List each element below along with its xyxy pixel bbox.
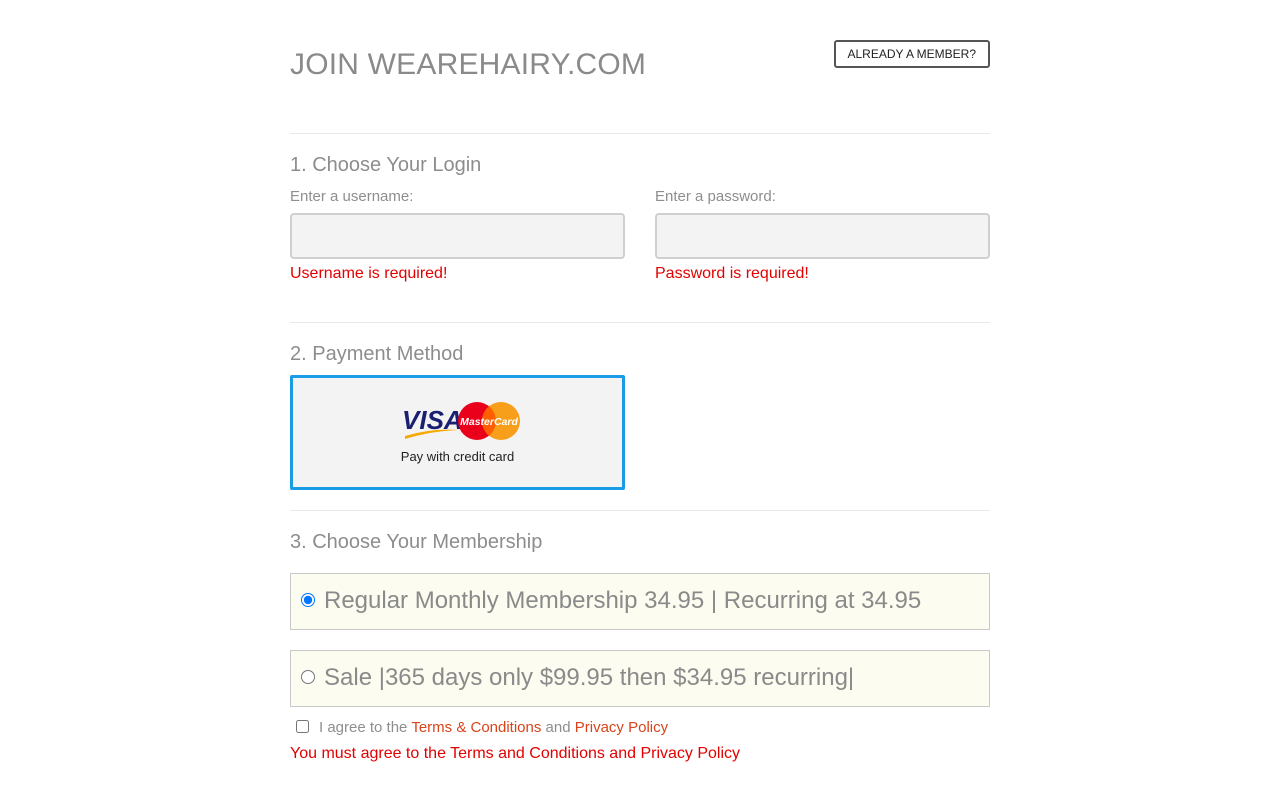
page-title: JOIN WEAREHAIRY.COM xyxy=(290,48,647,81)
terms-agree-checkbox[interactable] xyxy=(296,720,309,733)
agree-conjunction: and xyxy=(545,719,571,736)
divider xyxy=(290,510,990,511)
login-section-title: 1. Choose Your Login xyxy=(290,154,482,176)
already-member-button[interactable]: ALREADY A MEMBER? xyxy=(833,40,990,68)
plan-label: Regular Monthly Membership 34.95 | Recur… xyxy=(324,587,922,614)
plan-option-sale-365[interactable]: Sale |365 days only $99.95 then $34.95 r… xyxy=(290,650,990,707)
membership-section-title: 3. Choose Your Membership xyxy=(290,531,543,553)
divider xyxy=(290,133,990,134)
divider xyxy=(290,322,990,323)
terms-conditions-link[interactable]: Terms & Conditions xyxy=(411,719,541,736)
username-error: Username is required! xyxy=(290,265,448,282)
payment-section-title: 2. Payment Method xyxy=(290,343,464,365)
username-input[interactable] xyxy=(290,213,625,259)
plan-label: Sale |365 days only $99.95 then $34.95 r… xyxy=(324,664,855,691)
visa-logo: VISA xyxy=(402,405,463,439)
username-label: Enter a username: xyxy=(290,188,414,205)
credit-card-payment-option[interactable]: VISA MasterCard Pay with credit card xyxy=(290,375,625,490)
card-logos-icon: VISA MasterCard xyxy=(402,402,520,440)
terms-agree-error: You must agree to the Terms and Conditio… xyxy=(290,745,741,762)
password-label: Enter a password: xyxy=(655,188,776,205)
password-input[interactable] xyxy=(655,213,990,259)
password-error: Password is required! xyxy=(655,265,809,282)
svg-text:MasterCard: MasterCard xyxy=(460,416,518,428)
privacy-policy-link[interactable]: Privacy Policy xyxy=(575,719,668,736)
mastercard-logo: MasterCard xyxy=(458,402,520,440)
credit-card-option-label: Pay with credit card xyxy=(400,449,515,464)
terms-agree-text: I agree to the Terms & Conditions and Pr… xyxy=(319,719,668,736)
plan-radio-sale-365[interactable] xyxy=(301,670,315,684)
plan-option-regular-monthly[interactable]: Regular Monthly Membership 34.95 | Recur… xyxy=(290,573,990,630)
agree-prefix: I agree to the xyxy=(319,719,408,736)
plan-radio-regular-monthly[interactable] xyxy=(301,593,315,607)
